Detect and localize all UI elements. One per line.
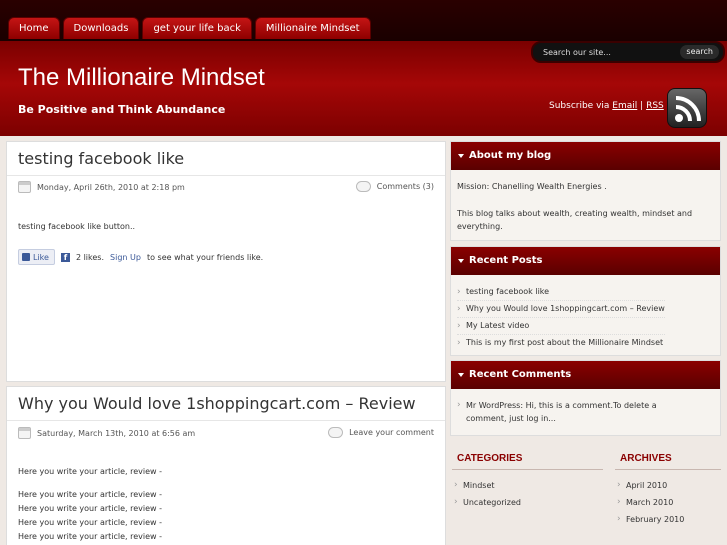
post-date-text: Saturday, March 13th, 2010 at 6:56 am	[37, 428, 196, 438]
categories-list: Mindset Uncategorized	[454, 477, 521, 511]
subscribe-separator: |	[640, 101, 644, 111]
nav-millionaire-mindset[interactable]: Millionaire Mindset	[254, 17, 371, 39]
thumbs-up-icon	[22, 253, 30, 261]
search-box: search	[531, 41, 725, 63]
facebook-like-row: Like f 2 likes. Sign Up to see what your…	[18, 249, 263, 265]
categories-rule	[452, 469, 603, 470]
post-title[interactable]: Why you Would love 1shoppingcart.com – R…	[18, 394, 416, 413]
main-nav: Home Downloads get your life back Millio…	[8, 17, 371, 39]
about-mission: Mission: Chanelling Wealth Energies .	[457, 182, 607, 191]
categories-heading: CATEGORIES	[457, 453, 523, 464]
post-body-line: Here you write your article, review -	[18, 490, 163, 499]
comment-bubble-icon	[355, 181, 371, 192]
recent-post-link[interactable]: My Latest video	[457, 318, 665, 335]
post-title[interactable]: testing facebook like	[18, 149, 184, 168]
post-2: Why you Would love 1shoppingcart.com – R…	[6, 386, 446, 545]
widget-recent-posts: Recent Posts testing facebook like Why y…	[450, 246, 721, 356]
site-tagline: Be Positive and Think Abundance	[18, 103, 226, 116]
recent-posts-list: testing facebook like Why you Would love…	[457, 284, 665, 351]
post-comments-text[interactable]: Leave your comment	[349, 428, 434, 437]
subscribe-email-link[interactable]: Email	[612, 101, 637, 111]
nav-home[interactable]: Home	[8, 17, 60, 39]
like-count: 2 likes.	[75, 252, 105, 262]
widget-title-text: Recent Comments	[469, 369, 572, 380]
post-body: testing facebook like button..	[18, 222, 136, 231]
post-date: Monday, April 26th, 2010 at 2:18 pm	[18, 181, 185, 193]
archives-list: April 2010 March 2010 February 2010	[617, 477, 684, 528]
archive-link[interactable]: March 2010	[617, 494, 684, 511]
archive-link[interactable]: April 2010	[617, 477, 684, 494]
post-date-text: Monday, April 26th, 2010 at 2:18 pm	[37, 182, 185, 192]
top-navigation-bar: Home Downloads get your life back Millio…	[0, 0, 727, 41]
search-input[interactable]	[543, 45, 663, 59]
subscribe-prefix: Subscribe via	[549, 101, 610, 111]
post-divider	[7, 420, 445, 421]
widget-title-recent-comments: Recent Comments	[451, 361, 720, 389]
facebook-signup-link[interactable]: Sign Up	[110, 253, 141, 262]
rss-icon[interactable]	[667, 88, 707, 128]
post-body-line: Here you write your article, review -	[18, 532, 163, 541]
calendar-icon	[18, 427, 31, 439]
recent-post-link[interactable]: This is my first post about the Milliona…	[457, 335, 665, 351]
archive-link[interactable]: February 2010	[617, 511, 684, 528]
post-1: testing facebook like Monday, April 26th…	[6, 141, 446, 382]
post-divider	[7, 175, 445, 176]
facebook-like-button[interactable]: Like	[18, 249, 55, 265]
archives-heading: ARCHIVES	[620, 453, 672, 464]
about-desc-1: This blog talks about wealth, creating w…	[457, 209, 693, 218]
about-desc-2: everything.	[457, 222, 503, 231]
facebook-icon: f	[60, 252, 70, 262]
triangle-down-icon	[458, 154, 464, 158]
widget-title-about: About my blog	[451, 142, 720, 170]
widget-title-text: About my blog	[469, 150, 552, 161]
post-comments-text[interactable]: Comments (3)	[377, 182, 434, 191]
post-date: Saturday, March 13th, 2010 at 6:56 am	[18, 427, 195, 439]
recent-comment-line-1[interactable]: Mr WordPress: Hi, this is a comment.To d…	[466, 401, 657, 410]
archives-rule	[615, 469, 721, 470]
widget-about: About my blog Mission: Chanelling Wealth…	[450, 141, 721, 241]
post-body-line: Here you write your article, review -	[18, 518, 163, 527]
like-suffix: to see what your friends like.	[146, 252, 264, 262]
rss-icon-graphic	[675, 96, 701, 122]
recent-post-link[interactable]: Why you Would love 1shoppingcart.com – R…	[457, 301, 665, 318]
subscribe-rss-link[interactable]: RSS	[646, 101, 664, 111]
nav-downloads[interactable]: Downloads	[62, 17, 140, 39]
about-text: Mission: Chanelling Wealth Energies . Th…	[457, 180, 692, 233]
widget-recent-comments: Recent Comments Mr WordPress: Hi, this i…	[450, 360, 721, 436]
recent-comments-list: Mr WordPress: Hi, this is a comment.To d…	[457, 399, 657, 425]
recent-comment-line-2[interactable]: comment, just log in...	[466, 414, 556, 423]
subscribe-links: Subscribe via Email | RSS	[549, 101, 664, 111]
site-header: search The Millionaire Mindset Be Positi…	[0, 41, 727, 136]
triangle-down-icon	[458, 373, 464, 377]
recent-post-link[interactable]: testing facebook like	[457, 284, 665, 301]
search-button[interactable]: search	[680, 45, 719, 59]
nav-get-your-life-back[interactable]: get your life back	[142, 17, 252, 39]
widget-title-recent-posts: Recent Posts	[451, 247, 720, 275]
post-comments-link[interactable]: Comments (3)	[355, 181, 434, 192]
category-link[interactable]: Uncategorized	[454, 494, 521, 511]
triangle-down-icon	[458, 259, 464, 263]
widget-title-text: Recent Posts	[469, 255, 543, 266]
site-title[interactable]: The Millionaire Mindset	[18, 64, 265, 92]
post-comments-link[interactable]: Leave your comment	[328, 427, 434, 438]
calendar-icon	[18, 181, 31, 193]
post-body-line: Here you write your article, review -	[18, 504, 163, 513]
like-label: Like	[33, 252, 49, 262]
comment-bubble-icon	[328, 427, 344, 438]
recent-comment-item[interactable]: Mr WordPress: Hi, this is a comment.To d…	[457, 399, 657, 425]
post-body-line: Here you write your article, review -	[18, 467, 163, 476]
category-link[interactable]: Mindset	[454, 477, 521, 494]
